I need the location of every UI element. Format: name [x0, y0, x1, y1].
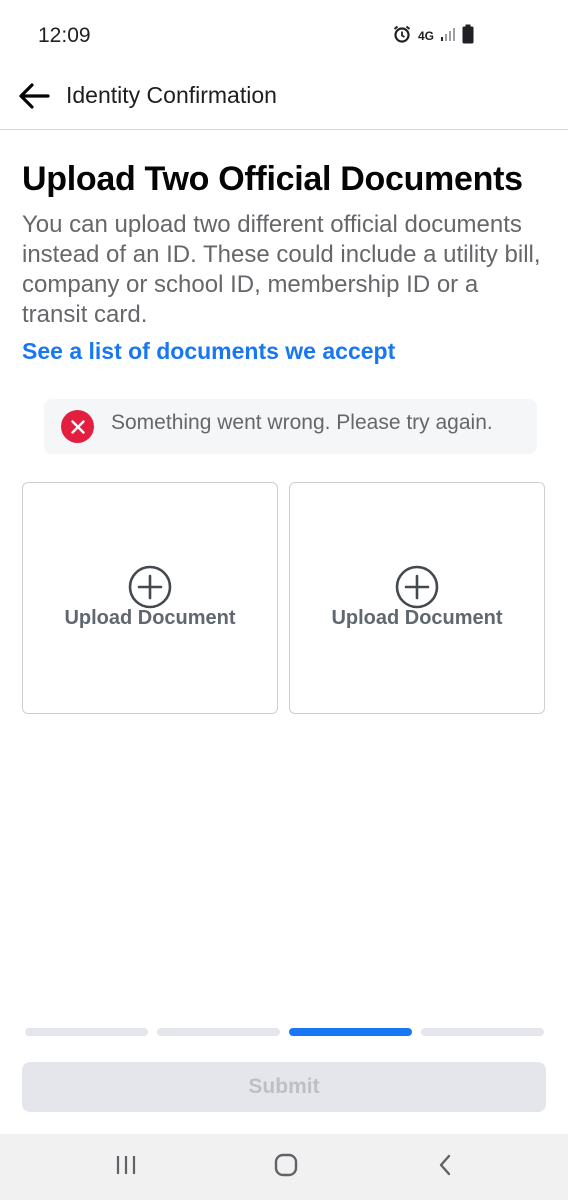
- back-button[interactable]: [14, 78, 54, 118]
- home-icon: [274, 1153, 298, 1182]
- network-4g-icon: 4G: [417, 29, 434, 43]
- recent-apps-icon: [114, 1154, 138, 1181]
- upload-document-button-2[interactable]: Upload Document: [289, 482, 545, 714]
- alarm-icon: [392, 24, 412, 49]
- progress-step-4: [421, 1028, 544, 1036]
- signal-icon: [440, 26, 456, 47]
- home-button[interactable]: [266, 1152, 306, 1182]
- error-message: Something went wrong. Please try again.: [111, 411, 493, 434]
- page-description: You can upload two different official do…: [22, 211, 541, 328]
- status-time: 12:09: [38, 24, 91, 47]
- back-chevron-icon: [437, 1153, 453, 1182]
- error-x-icon: [61, 410, 94, 443]
- app-bar: Identity Confirmation: [0, 72, 568, 130]
- step-progress: [25, 1028, 544, 1036]
- plus-circle-icon: [128, 565, 172, 609]
- system-nav-bar: [0, 1134, 568, 1200]
- plus-circle-icon: [395, 565, 439, 609]
- arrow-left-icon: [18, 82, 50, 115]
- progress-step-2: [157, 1028, 280, 1036]
- upload-document-label: Upload Document: [64, 607, 236, 629]
- upload-document-button-1[interactable]: Upload Document: [22, 482, 278, 714]
- system-back-button[interactable]: [425, 1152, 465, 1182]
- progress-step-3: [289, 1028, 412, 1036]
- progress-step-1: [25, 1028, 148, 1036]
- recent-apps-button[interactable]: [106, 1152, 146, 1182]
- submit-button[interactable]: Submit: [22, 1062, 546, 1112]
- accepted-documents-link[interactable]: See a list of documents we accept: [22, 338, 395, 365]
- battery-icon: [462, 24, 474, 49]
- upload-document-label: Upload Document: [331, 607, 503, 629]
- app-title: Identity Confirmation: [66, 82, 277, 108]
- status-bar: 12:09 4G: [0, 0, 568, 72]
- page-title: Upload Two Official Documents: [22, 160, 523, 198]
- error-banner: Something went wrong. Please try again.: [44, 399, 537, 454]
- status-icons: 4G: [392, 24, 474, 48]
